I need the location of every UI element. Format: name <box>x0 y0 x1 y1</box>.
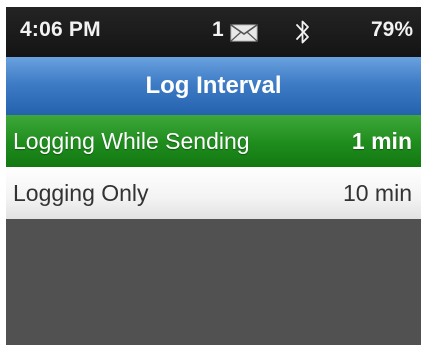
menu-item-label: Logging While Sending <box>13 128 250 154</box>
page-title: Log Interval <box>145 72 282 99</box>
title-bar: Log Interval <box>6 57 421 115</box>
mail-icon <box>230 24 258 42</box>
status-time: 4:06 PM <box>20 18 101 41</box>
status-bar: 4:06 PM 1 79% <box>6 7 421 57</box>
menu-item-value: 10 min <box>342 180 412 206</box>
menu-item-logging-only[interactable]: Logging Only 10 min <box>6 167 421 219</box>
menu-item-logging-while-sending[interactable]: Logging While Sending 1 min <box>6 115 421 167</box>
log-interval-menu: Logging While Sending 1 min Logging Only… <box>6 115 421 219</box>
battery-level: 79% <box>370 18 413 41</box>
menu-item-value: 1 min <box>351 128 412 154</box>
bluetooth-icon <box>296 20 309 44</box>
message-count: 1 <box>212 18 224 41</box>
device-screen: 4:06 PM 1 79% Log Interval Logging While… <box>6 7 421 345</box>
menu-item-label: Logging Only <box>13 180 149 206</box>
